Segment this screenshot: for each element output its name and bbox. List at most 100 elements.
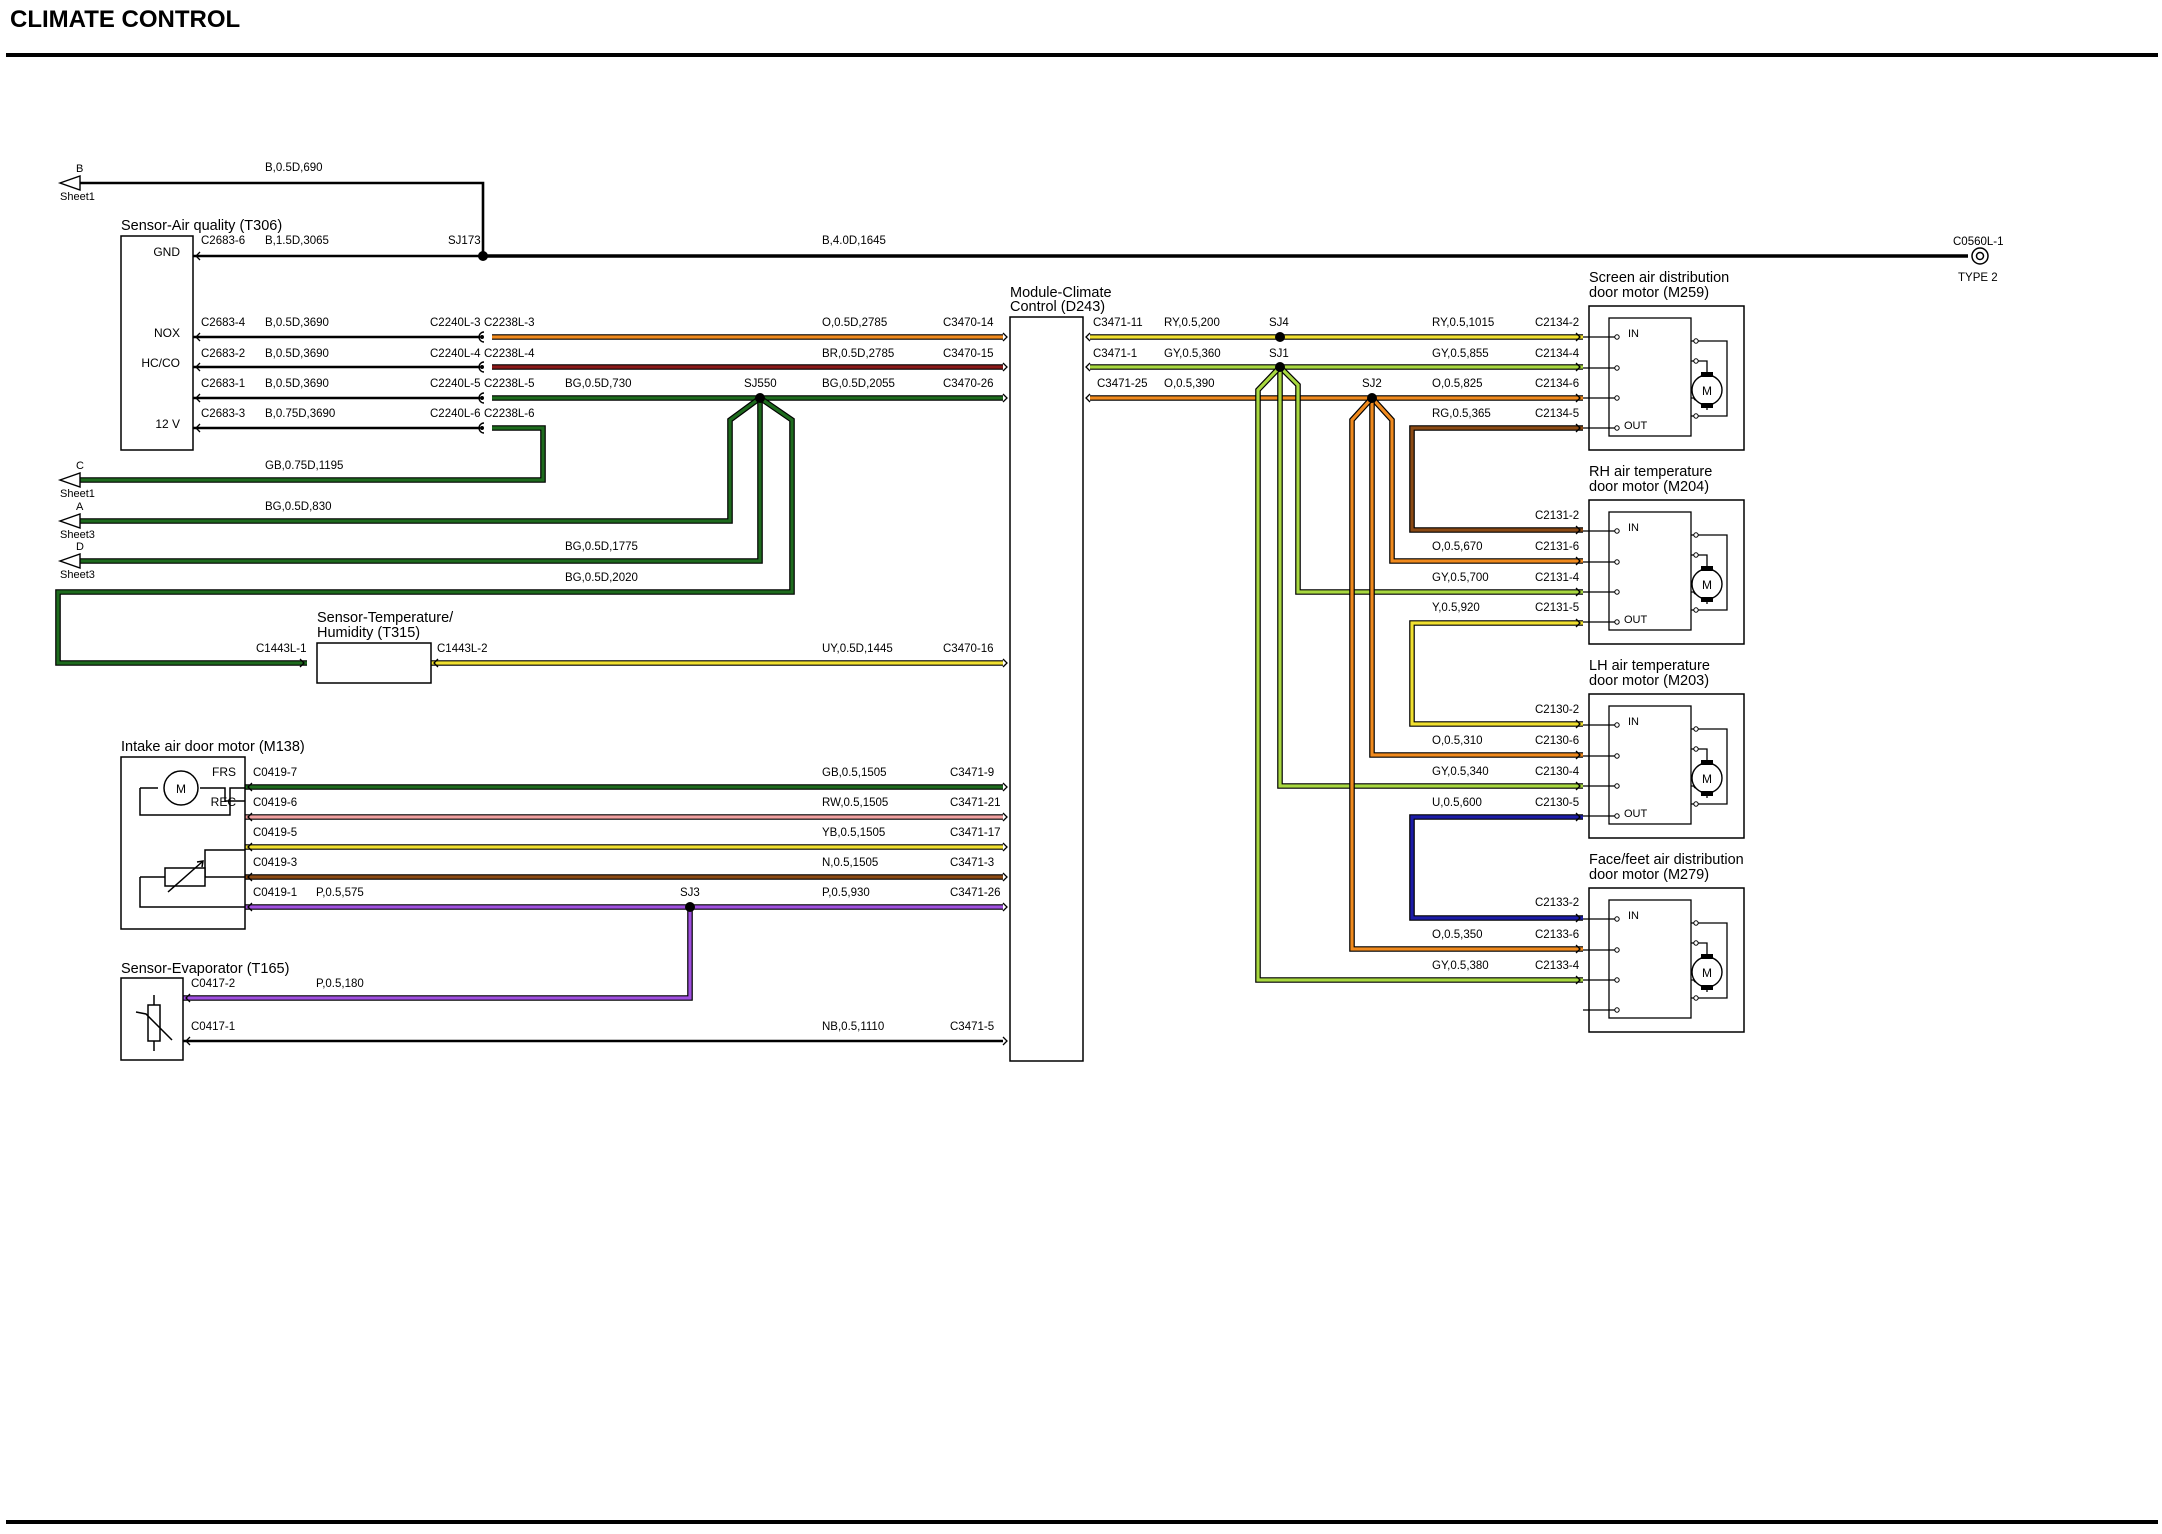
aq-pin-gnd: GND bbox=[153, 245, 180, 259]
temp-humidity-name-1: Sensor-Temperature/ bbox=[317, 610, 454, 626]
aq-pin-hcco: HC/CO bbox=[141, 356, 180, 370]
module-left-terminal-0 bbox=[1002, 332, 1008, 342]
screen_motor-pin-0 bbox=[1614, 334, 1620, 340]
splice-sj173 bbox=[478, 251, 488, 261]
aq-pin-nox: NOX bbox=[154, 326, 180, 340]
offsheet-arrow-a bbox=[57, 513, 81, 529]
connector-label-c2134-5: C2134-5 bbox=[1535, 408, 1579, 420]
rh_motor-node-3 bbox=[1693, 607, 1699, 613]
lh_motor-pin-3 bbox=[1614, 813, 1620, 819]
connector-label-c3471-9: C3471-9 bbox=[950, 767, 994, 779]
wire-label-30: RG,0.5,365 bbox=[1432, 408, 1491, 420]
air-quality-sensor-name: Sensor-Air quality (T306) bbox=[121, 218, 282, 234]
wire-p-180 bbox=[183, 907, 692, 1000]
lh_motor-brush-top bbox=[1701, 760, 1713, 765]
offsheet-sheet-a: Sheet3 bbox=[60, 529, 95, 541]
connector-label-c3470-15: C3470-15 bbox=[943, 348, 994, 360]
rh_motor-inner-box bbox=[1608, 511, 1692, 631]
wire-label-0: B,0.5D,690 bbox=[265, 162, 323, 174]
connector-label-c2131-2: C2131-2 bbox=[1535, 510, 1579, 522]
connector-label-c2683-2: C2683-2 bbox=[201, 348, 245, 360]
rh_motor-name-1: RH air temperature bbox=[1589, 464, 1712, 480]
wire-p-180-outline bbox=[183, 907, 693, 1001]
connector-label-c2134-4: C2134-4 bbox=[1535, 348, 1580, 360]
inline-connector-0-dot bbox=[480, 335, 484, 339]
rh-motor-block: M RH air temperaturedoor motor (M204) IN OU… bbox=[1583, 464, 1745, 645]
lh_motor-name-1: LH air temperature bbox=[1589, 658, 1710, 674]
splice-sj550 bbox=[755, 393, 765, 403]
wire-label-22: P,0.5,180 bbox=[316, 978, 364, 990]
wire-label-18: YB,0.5,1505 bbox=[822, 827, 885, 839]
screen_motor-inner-box bbox=[1608, 317, 1692, 437]
module-left-terminal-4 bbox=[1002, 782, 1008, 792]
screen-motor-block: M Screen air distributiondoor motor (M259… bbox=[1583, 270, 1745, 451]
wire-label-28: GY,0.5,855 bbox=[1432, 348, 1489, 360]
lh_motor-node-3 bbox=[1693, 801, 1699, 807]
wire-label-10: BG,0.5D,2055 bbox=[822, 378, 895, 390]
lh_motor-inner-box bbox=[1608, 705, 1692, 825]
module-left-terminal-9 bbox=[1002, 1036, 1008, 1046]
lh_motor-brush-bottom bbox=[1701, 791, 1713, 796]
wire-label-23: NB,0.5,1110 bbox=[822, 1021, 884, 1033]
connector-label-c2130-4: C2130-4 bbox=[1535, 766, 1580, 778]
connector-label-c2240l-3: C2240L-3 bbox=[430, 317, 481, 329]
rh_motor-out-label: OUT bbox=[1624, 614, 1648, 626]
splice-label-sj173: SJ173 bbox=[448, 235, 481, 247]
connector-label-c2130-5: C2130-5 bbox=[1535, 797, 1579, 809]
lh_motor-in-label: IN bbox=[1628, 716, 1639, 728]
wire-label-36: U,0.5,600 bbox=[1432, 797, 1482, 809]
wire-label-25: GY,0.5,360 bbox=[1164, 348, 1221, 360]
lh_motor-motor-m: M bbox=[1702, 772, 1712, 786]
lh_motor-pin-1 bbox=[1614, 753, 1620, 759]
rh_motor-name-2: door motor (M204) bbox=[1589, 479, 1709, 495]
face_motor-in-label: IN bbox=[1628, 910, 1639, 922]
module-left-terminal-2 bbox=[1002, 393, 1008, 403]
connector-label-c0417-2: C0417-2 bbox=[191, 978, 235, 990]
rh_motor-node-1 bbox=[1693, 552, 1699, 558]
module-right-terminal-2 bbox=[1085, 393, 1091, 403]
offsheet-letter-d: D bbox=[76, 541, 84, 553]
offsheet-letter-a: A bbox=[76, 501, 84, 513]
connector-label-c2238l-4: C2238L-4 bbox=[484, 348, 535, 360]
wire-label-16: GB,0.5,1505 bbox=[822, 767, 887, 779]
connector-label-c1443l-2: C1443L-2 bbox=[437, 643, 488, 655]
connector-label-c0419-7: C0419-7 bbox=[253, 767, 297, 779]
splice-label-sj2: SJ2 bbox=[1362, 378, 1382, 390]
connector-label-c0419-1: C0419-1 bbox=[253, 887, 297, 899]
inline-connector-1-dot bbox=[480, 365, 484, 369]
screen_motor-brush-bottom bbox=[1701, 403, 1713, 408]
connector-label-c3471-1: C3471-1 bbox=[1093, 348, 1137, 360]
wire-label-1: B,1.5D,3065 bbox=[265, 235, 329, 247]
wire-label-33: Y,0.5,920 bbox=[1432, 602, 1480, 614]
wire-label-29: O,0.5,825 bbox=[1432, 378, 1483, 390]
screen_motor-brush-top bbox=[1701, 372, 1713, 377]
intake-motor-m: M bbox=[176, 782, 186, 796]
ground-type-label: TYPE 2 bbox=[1958, 272, 1998, 284]
screen_motor-node-3 bbox=[1693, 413, 1699, 419]
offsheet-arrow-c bbox=[57, 472, 81, 488]
wire-label-26: O,0.5,390 bbox=[1164, 378, 1215, 390]
wire-label-9: BG,0.5D,730 bbox=[565, 378, 631, 390]
face_motor-node-3 bbox=[1693, 995, 1699, 1001]
connector-label-c3471-25: C3471-25 bbox=[1097, 378, 1148, 390]
wire-label-12: BG,0.5D,830 bbox=[265, 501, 331, 513]
intake-pin-frs: FRS bbox=[212, 765, 236, 779]
rh_motor-brush-top bbox=[1701, 566, 1713, 571]
splice-sj1 bbox=[1275, 362, 1285, 372]
wire-o-350-outline bbox=[1349, 396, 1583, 952]
offsheet-letter-c: C bbox=[76, 460, 84, 472]
connector-label-c2238l-6: C2238L-6 bbox=[484, 408, 535, 420]
connector-label-c3471-21: C3471-21 bbox=[950, 797, 1001, 809]
connector-label-c3471-17: C3471-17 bbox=[950, 827, 1001, 839]
wire-o-350 bbox=[1350, 396, 1583, 951]
wire-label-8: BR,0.5D,2785 bbox=[822, 348, 894, 360]
wiring-diagram: Sensor-Air quality (T306) GND NOX HC/CO … bbox=[6, 53, 2158, 1524]
face-motor-block: M Face/feet air distributiondoor motor (M… bbox=[1583, 852, 1745, 1033]
face_motor-pin-1 bbox=[1614, 947, 1620, 953]
screen_motor-out-label: OUT bbox=[1624, 420, 1648, 432]
motors-layer: M Screen air distributiondoor motor (M259… bbox=[1583, 270, 1745, 1033]
rh_motor-in-label: IN bbox=[1628, 522, 1639, 534]
face_motor-name-2: door motor (M279) bbox=[1589, 867, 1709, 883]
face_motor-brush-top bbox=[1701, 954, 1713, 959]
wire-label-21: P,0.5,930 bbox=[822, 887, 870, 899]
